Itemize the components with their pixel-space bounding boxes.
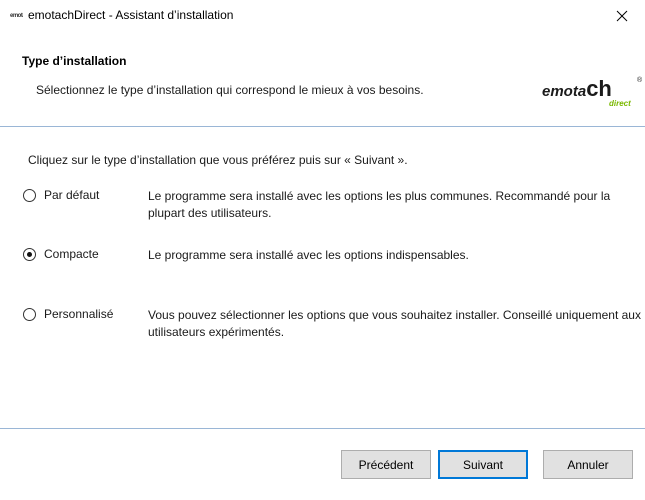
page-title: Type d’installation: [22, 54, 127, 68]
option-description-default: Le programme sera installé avec les opti…: [148, 189, 611, 220]
close-icon: [616, 10, 628, 21]
option-label-compact[interactable]: Compacte: [44, 247, 99, 261]
next-button[interactable]: Suivant: [438, 450, 528, 479]
option-label-default[interactable]: Par défaut: [44, 188, 99, 202]
instruction-text: Cliquez sur le type d’installation que v…: [28, 153, 408, 167]
logo-word: emota: [542, 83, 587, 100]
close-button[interactable]: [599, 0, 645, 31]
page-subtitle: Sélectionnez le type d’installation qui …: [36, 83, 424, 97]
radio-custom[interactable]: [23, 308, 36, 321]
wizard-header: Type d’installation Sélectionnez le type…: [0, 46, 645, 126]
emotach-logo: emotach ® direct: [542, 76, 642, 116]
title-bar: emotach emotachDirect - Assistant d’inst…: [0, 0, 645, 31]
app-icon: emotach: [10, 13, 23, 19]
footer-divider: [0, 428, 645, 429]
logo-registered-mark: ®: [637, 77, 643, 84]
window-title: emotachDirect - Assistant d’installation: [28, 8, 234, 22]
logo-accent: ch: [586, 76, 612, 101]
option-label-custom[interactable]: Personnalisé: [44, 307, 113, 321]
header-divider: [0, 126, 645, 127]
option-description-compact: Le programme sera installé avec les opti…: [148, 248, 469, 262]
radio-default[interactable]: [23, 189, 36, 202]
option-description-custom: Vous pouvez sélectionner les options que…: [148, 308, 641, 339]
logo-wordmark: emotach: [542, 76, 612, 102]
cancel-button[interactable]: Annuler: [543, 450, 633, 479]
back-button[interactable]: Précédent: [341, 450, 431, 479]
radio-compact[interactable]: [23, 248, 36, 261]
logo-subtitle: direct: [609, 99, 631, 108]
